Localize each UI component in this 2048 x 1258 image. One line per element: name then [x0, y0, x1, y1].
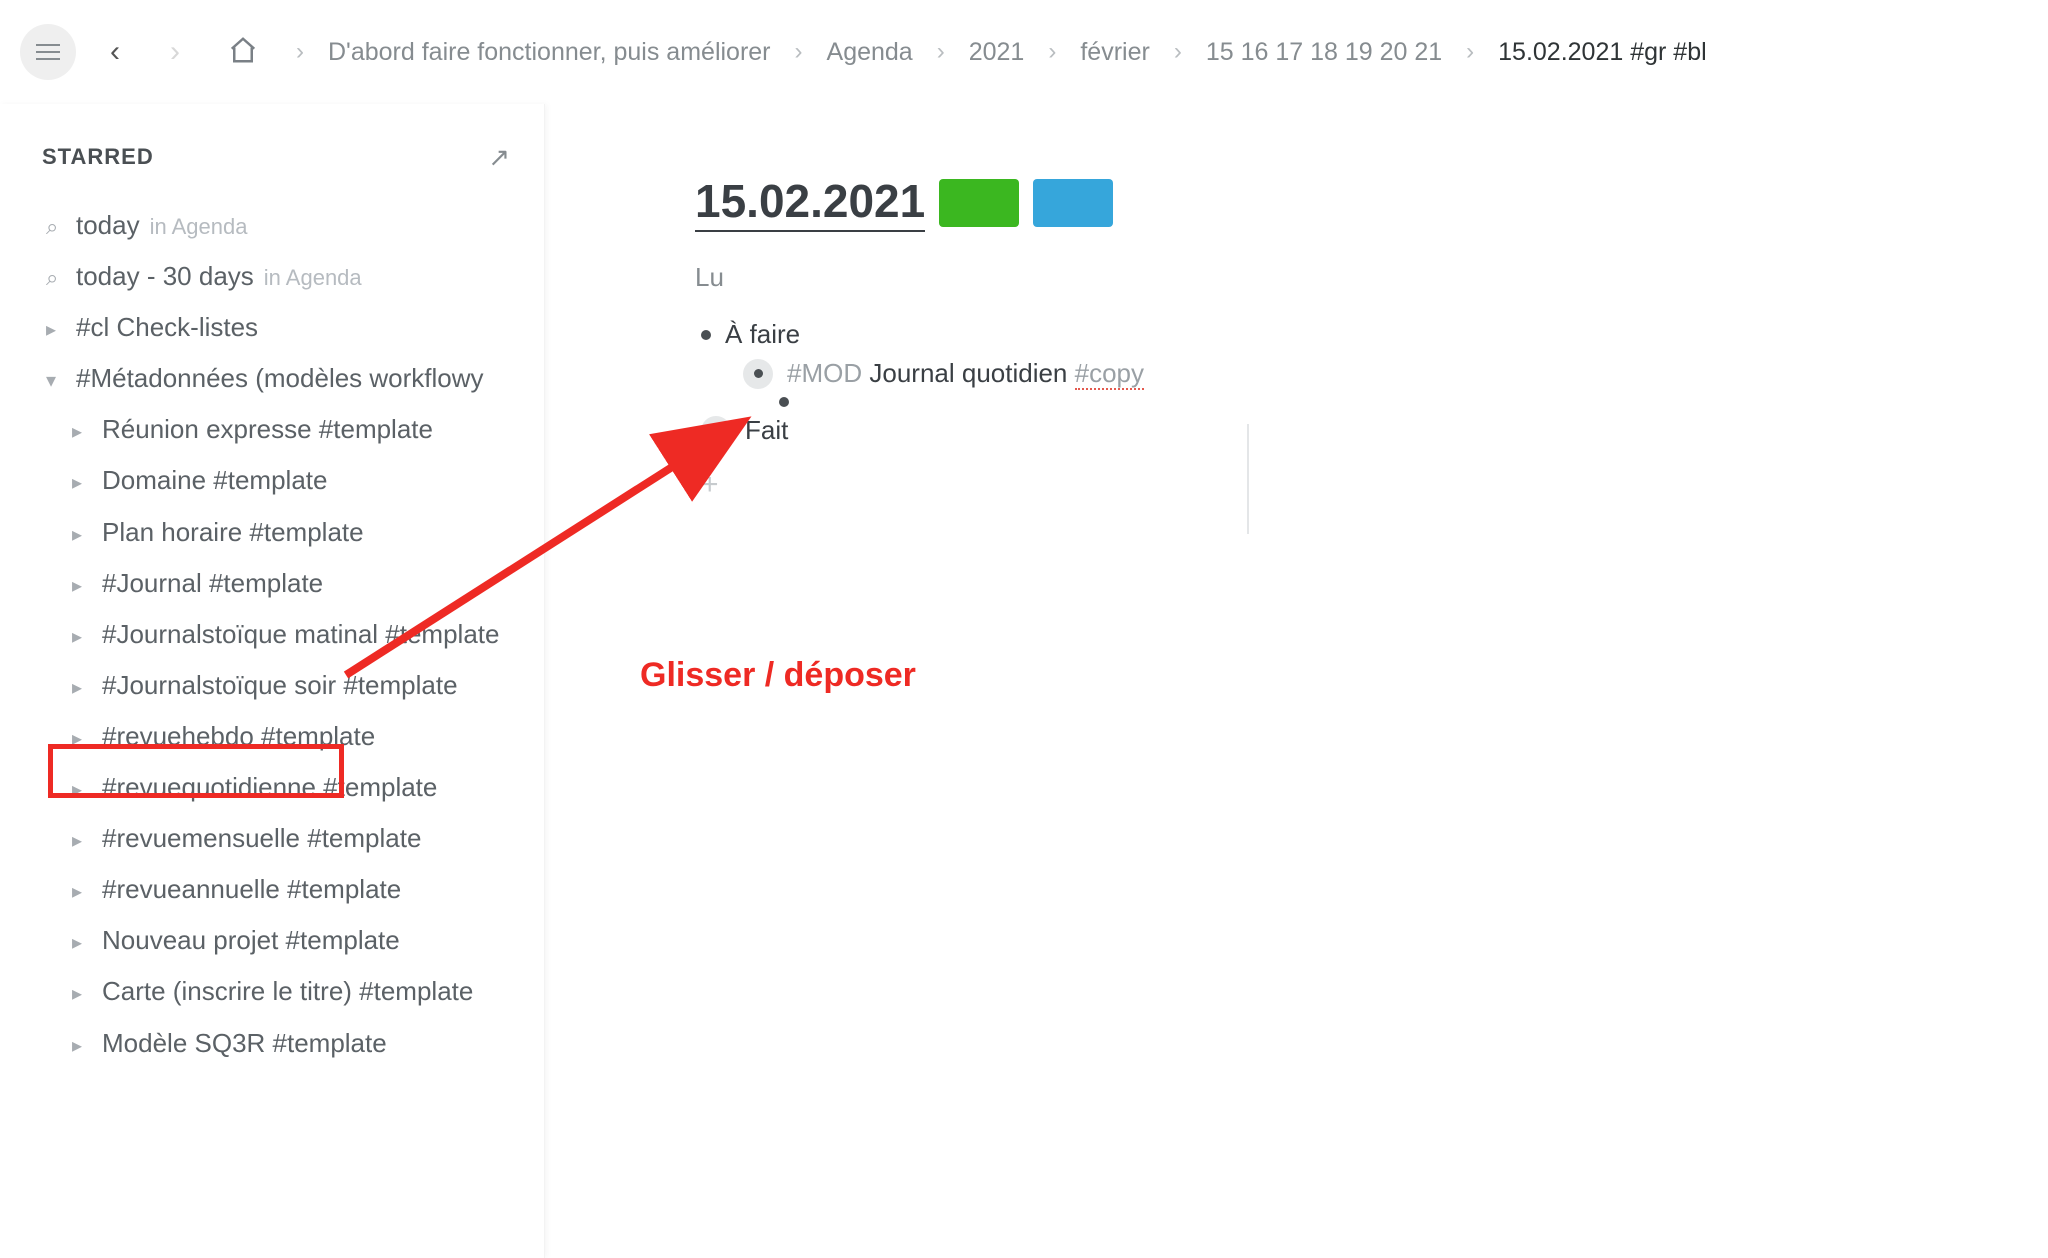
breadcrumb-current[interactable]: 15.02.2021 #gr #bl: [1498, 38, 1707, 67]
tag-swatch-green[interactable]: [939, 179, 1019, 227]
chevron-right-icon: ›: [789, 38, 809, 66]
sidebar-item-revuequotidienne[interactable]: #revuequotidienne #template: [42, 762, 526, 813]
outline-tree-line: [1247, 424, 1249, 534]
sidebar-item-label: today - 30 days: [76, 259, 254, 294]
outline-item-done[interactable]: Fait: [695, 411, 2048, 450]
home-button[interactable]: [214, 35, 272, 70]
expand-icon[interactable]: ↗: [488, 142, 510, 173]
chevron-right-icon: ›: [931, 38, 951, 66]
sidebar-item-journal-stoique-matinal[interactable]: #Journalstoïque matinal #template: [42, 609, 526, 660]
tag-swatch-blue[interactable]: [1033, 179, 1113, 227]
sidebar-item-revuehebdo[interactable]: #revuehebdo #template: [42, 711, 526, 762]
bullet-icon: [779, 397, 789, 407]
sidebar-item-revueannuelle[interactable]: #revueannuelle #template: [42, 864, 526, 915]
sidebar-item-label: today: [76, 208, 140, 243]
triangle-right-icon: [72, 930, 92, 957]
sidebar-section-title: STARRED: [42, 144, 526, 170]
breadcrumb-link[interactable]: Agenda: [827, 38, 913, 67]
topbar: ‹ › › D'abord faire fonctionner, puis am…: [0, 0, 2048, 104]
sidebar-item-carte[interactable]: Carte (inscrire le titre) #template: [42, 966, 526, 1017]
breadcrumb-link[interactable]: février: [1080, 38, 1149, 67]
chevron-right-icon: ›: [1042, 38, 1062, 66]
nav-forward-button[interactable]: ›: [154, 35, 196, 69]
sidebar-item-journal[interactable]: #Journal #template: [42, 558, 526, 609]
page-subtitle: Lu: [695, 262, 2048, 293]
sidebar-item-label: Plan horaire #template: [102, 515, 364, 550]
outline-label: À faire: [725, 319, 800, 350]
outline-label: Fait: [745, 415, 788, 446]
outline-item-mod-journal[interactable]: #MOD Journal quotidien #copy: [695, 354, 2048, 393]
triangle-right-icon: [72, 1033, 92, 1060]
chevron-right-icon: ›: [290, 38, 310, 66]
sidebar-item-journal-stoique-soir[interactable]: #Journalstoïque soir #template: [42, 660, 526, 711]
sidebar-item-nouveau-projet[interactable]: Nouveau projet #template: [42, 915, 526, 966]
triangle-right-icon: [72, 726, 92, 753]
triangle-right-icon: [72, 470, 92, 497]
sidebar-item-label: #revuequotidienne #template: [102, 770, 437, 805]
bullet-halo-icon: [701, 416, 731, 446]
sidebar-item-label: Domaine #template: [102, 463, 327, 498]
sidebar-item-sublabel: in Agenda: [264, 263, 362, 293]
sidebar-item-label: #revuemensuelle #template: [102, 821, 421, 856]
sidebar: ↗ STARRED ⌕ today in Agenda ⌕ today - 30…: [0, 104, 545, 1258]
sidebar-item-label: #revuehebdo #template: [102, 719, 375, 754]
sidebar-item-label: Carte (inscrire le titre) #template: [102, 974, 473, 1009]
triangle-right-icon: [72, 419, 92, 446]
sidebar-item-label: Nouveau projet #template: [102, 923, 400, 958]
layout: ↗ STARRED ⌕ today in Agenda ⌕ today - 30…: [0, 104, 2048, 1258]
sidebar-item-label: #Journal #template: [102, 566, 323, 601]
sidebar-search-today[interactable]: ⌕ today in Agenda: [42, 200, 526, 251]
triangle-right-icon: [72, 777, 92, 804]
bullet-halo-icon: [743, 359, 773, 389]
sidebar-item-label: #Journalstoïque matinal #template: [102, 617, 499, 652]
sidebar-item-label: #Journalstoïque soir #template: [102, 668, 458, 703]
outline-tag: #MOD: [787, 358, 862, 388]
hamburger-icon: [36, 51, 60, 53]
sidebar-item-label: Modèle SQ3R #template: [102, 1026, 387, 1061]
chevron-right-icon: ›: [1460, 38, 1480, 66]
outline-text: Journal quotidien: [869, 358, 1067, 388]
sidebar-item-label: #Métadonnées (modèles workflowy: [76, 361, 484, 396]
sidebar-item-label: #cl Check-listes: [76, 310, 258, 345]
triangle-right-icon: [72, 828, 92, 855]
add-item-button[interactable]: +: [701, 468, 2048, 502]
sidebar-item-metadonnees[interactable]: #Métadonnées (modèles workflowy: [42, 353, 526, 404]
sidebar-item-sq3r[interactable]: Modèle SQ3R #template: [42, 1018, 526, 1069]
outline: À faire #MOD Journal quotidien #copy Fai…: [695, 315, 2048, 502]
sidebar-item-checklists[interactable]: #cl Check-listes: [42, 302, 526, 353]
triangle-right-icon: [72, 879, 92, 906]
triangle-right-icon: [72, 981, 92, 1008]
outline-item-todo[interactable]: À faire: [695, 315, 2048, 354]
hamburger-button[interactable]: [20, 24, 76, 80]
sidebar-item-reunion[interactable]: Réunion expresse #template: [42, 404, 526, 455]
annotation-label: Glisser / déposer: [640, 656, 916, 695]
triangle-right-icon: [46, 317, 66, 344]
breadcrumb-link[interactable]: 15 16 17 18 19 20 21: [1206, 38, 1442, 67]
sidebar-item-plan-horaire[interactable]: Plan horaire #template: [42, 507, 526, 558]
title-row: 15.02.2021: [695, 174, 2048, 232]
bullet-icon: [701, 330, 711, 340]
search-icon: ⌕: [46, 212, 66, 242]
sidebar-item-label: #revueannuelle #template: [102, 872, 401, 907]
triangle-down-icon: [46, 368, 66, 395]
sidebar-item-label: Réunion expresse #template: [102, 412, 433, 447]
nav-back-button[interactable]: ‹: [94, 35, 136, 69]
chevron-right-icon: ›: [1168, 38, 1188, 66]
page-title[interactable]: 15.02.2021: [695, 174, 925, 232]
triangle-right-icon: [72, 675, 92, 702]
outline-item-empty[interactable]: [695, 393, 2048, 411]
breadcrumb-link[interactable]: 2021: [969, 38, 1025, 67]
sidebar-item-revuemensuelle[interactable]: #revuemensuelle #template: [42, 813, 526, 864]
search-icon: ⌕: [46, 263, 66, 293]
triangle-right-icon: [72, 522, 92, 549]
triangle-right-icon: [72, 573, 92, 600]
triangle-right-icon: [72, 624, 92, 651]
sidebar-search-today-30[interactable]: ⌕ today - 30 days in Agenda: [42, 251, 526, 302]
home-icon: [228, 35, 258, 65]
sidebar-item-domaine[interactable]: Domaine #template: [42, 455, 526, 506]
breadcrumb-link[interactable]: D'abord faire fonctionner, puis améliore…: [328, 38, 771, 67]
outline-copy-tag: #copy: [1075, 358, 1144, 390]
sidebar-item-sublabel: in Agenda: [150, 212, 248, 242]
